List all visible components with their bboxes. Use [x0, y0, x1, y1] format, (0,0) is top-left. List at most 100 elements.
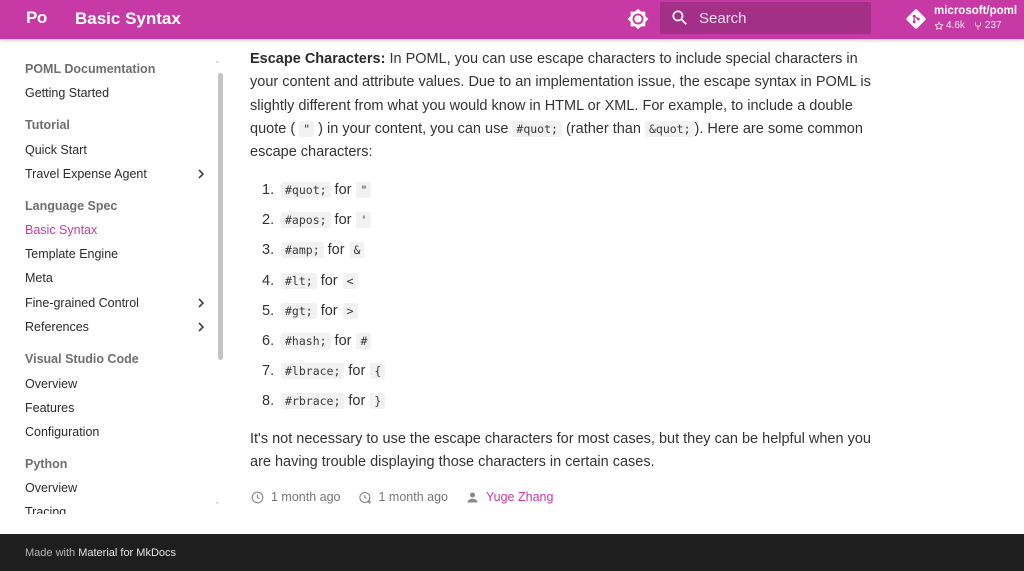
list-for-text: for — [320, 303, 338, 319]
list-for-text: for — [334, 182, 352, 198]
made-with-label: Made with — [25, 547, 76, 559]
list-item: 2. #apos; for ' — [262, 208, 375, 232]
escape-code: #hash; — [281, 333, 331, 349]
nav-section-tutorial: Tutorial — [25, 118, 70, 132]
escape-code: #gt; — [281, 303, 317, 319]
sidebar-item-travel-expense-agent[interactable]: Travel Expense Agent — [25, 167, 210, 181]
sidebar-item-fine-grained-control[interactable]: Fine-grained Control — [25, 296, 210, 310]
repo-name: microsoft/poml — [934, 5, 1018, 17]
escape-char: { — [370, 363, 386, 379]
list-for-text: for — [348, 393, 366, 409]
sidebar-item-configuration[interactable]: Configuration — [25, 425, 210, 439]
chevron-right-icon[interactable] — [196, 168, 206, 180]
sidebar-scrollbar[interactable] — [218, 73, 223, 360]
author-link[interactable]: Yuge Zhang — [486, 490, 553, 504]
search-input[interactable]: Search — [660, 2, 871, 34]
list-for-text: for — [334, 212, 352, 228]
search-icon — [672, 10, 687, 25]
escape-characters-heading: Escape Characters: — [250, 51, 386, 67]
sidebar-item-tracing[interactable]: Tracing — [25, 505, 210, 514]
sidebar-item-vscode-overview[interactable]: Overview — [25, 377, 210, 391]
star-icon — [934, 20, 944, 30]
escape-char: < — [342, 273, 358, 289]
list-number: 3. — [262, 242, 275, 258]
search-placeholder: Search — [699, 10, 747, 27]
sidebar-item-references[interactable]: References — [25, 320, 210, 334]
fork-count-value: 237 — [984, 20, 1002, 31]
escape-char: " — [356, 182, 372, 198]
list-number: 7. — [262, 363, 275, 379]
clock-icon — [251, 491, 264, 503]
page-meta: 1 month ago 1 month ago Yuge Zhang — [250, 489, 553, 505]
material-mkdocs-link[interactable]: Material for MkDocs — [78, 547, 176, 559]
list-item: 3. #amp; for & — [262, 238, 368, 262]
intro-text-3: (rather than — [561, 120, 645, 137]
star-count-value: 4.6k — [946, 20, 965, 31]
list-number: 5. — [262, 303, 275, 319]
nav-section-visual-studio-code: Visual Studio Code — [25, 352, 139, 366]
list-for-text: for — [348, 363, 366, 379]
list-item: 8. #rbrace; for } — [262, 389, 389, 413]
list-number: 8. — [262, 393, 275, 409]
list-item: 7. #lbrace; for { — [262, 359, 389, 383]
list-number: 2. — [262, 212, 275, 228]
site-logo[interactable]: Po — [26, 8, 47, 28]
footer: Made with Material for MkDocs — [0, 534, 1024, 571]
escape-code: #rbrace; — [281, 393, 345, 409]
escape-code: #apos; — [281, 212, 331, 228]
list-for-text: for — [334, 333, 352, 349]
sidebar-item-template-engine[interactable]: Template Engine — [25, 247, 210, 261]
nav-section-python: Python — [25, 457, 68, 471]
list-item: 5. #gt; for > — [262, 299, 362, 323]
chevron-right-icon[interactable] — [196, 321, 206, 333]
list-item: 4. #lt; for < — [262, 269, 362, 293]
sidebar-item-getting-started[interactable]: Getting Started — [25, 86, 210, 100]
clock-plus-icon — [358, 491, 371, 504]
intro-text-2: ) in your content, you can use — [318, 120, 513, 137]
list-number: 6. — [262, 333, 275, 349]
scroll-up-arrow[interactable]: ˆ — [216, 60, 219, 70]
list-item: 6. #hash; for # — [262, 329, 375, 353]
list-item: 1. #quot; for " — [262, 178, 375, 202]
escape-code: #lt; — [281, 273, 317, 289]
inline-code-quote: " — [299, 120, 315, 137]
sidebar-item-basic-syntax[interactable]: Basic Syntax — [25, 223, 210, 237]
git-icon — [906, 9, 926, 29]
sidebar-item-features[interactable]: Features — [25, 401, 210, 415]
repo-link[interactable]: microsoft/poml 4.6k 237 — [905, 5, 1020, 35]
chevron-right-icon[interactable] — [196, 297, 206, 309]
list-for-text: for — [327, 242, 345, 258]
escape-char: > — [342, 303, 358, 319]
nav-section-language-spec: Language Spec — [25, 199, 118, 213]
person-icon — [467, 492, 478, 502]
closing-paragraph: It's not necessary to use the escape cha… — [250, 431, 871, 471]
sidebar-item-python-overview[interactable]: Overview — [25, 481, 210, 495]
escape-code: #lbrace; — [281, 363, 345, 379]
intro-paragraph: Escape Characters: In POML, you can use … — [250, 48, 875, 164]
top-header: Po Basic Syntax Search microsoft/poml 4.… — [0, 0, 1024, 39]
list-number: 1. — [262, 182, 275, 198]
brightness-icon — [627, 8, 649, 30]
escape-code: #amp; — [281, 242, 324, 258]
scroll-down-arrow[interactable]: ˇ — [216, 501, 219, 511]
list-number: 4. — [262, 273, 275, 289]
escape-char: ' — [356, 212, 372, 228]
escape-char: # — [356, 333, 372, 349]
page-title: Basic Syntax — [75, 9, 181, 28]
escape-code: #quot; — [281, 182, 331, 198]
fork-count: 237 — [973, 20, 1002, 31]
theme-toggle-button[interactable] — [627, 8, 649, 30]
escape-char: } — [370, 393, 386, 409]
created-date: 1 month ago — [378, 490, 449, 504]
star-count: 4.6k — [934, 20, 965, 31]
nav-section-poml-documentation: POML Documentation — [25, 62, 156, 76]
escape-char: & — [349, 242, 365, 258]
inline-code-amp-quot: &quot; — [644, 120, 695, 137]
list-for-text: for — [320, 273, 338, 289]
made-with-text: Made with Material for MkDocs — [25, 547, 176, 559]
fork-icon — [974, 21, 981, 30]
sidebar-item-meta[interactable]: Meta — [25, 271, 210, 285]
inline-code-hash-quot: #quot; — [512, 120, 562, 137]
repo-stats: 4.6k 237 — [934, 20, 1002, 31]
sidebar-item-quick-start[interactable]: Quick Start — [25, 143, 210, 157]
